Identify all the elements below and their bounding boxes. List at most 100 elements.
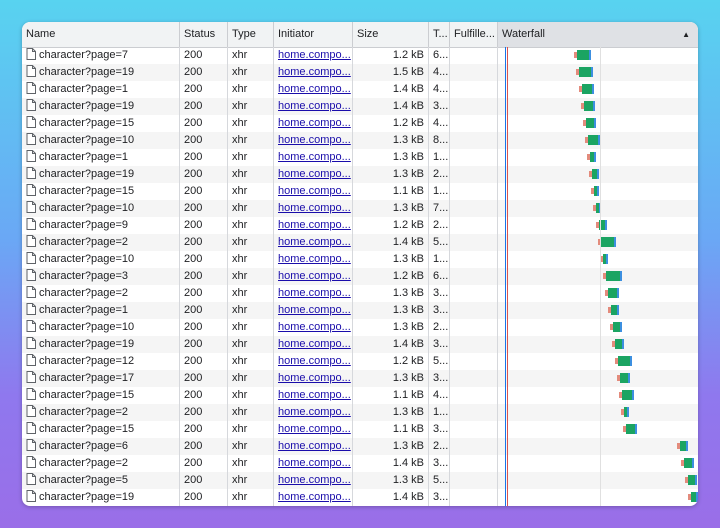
request-size: 1.2 kB: [353, 353, 429, 370]
request-initiator-link[interactable]: home.compo...: [274, 302, 353, 319]
timing-bar: [596, 220, 607, 230]
request-initiator-link[interactable]: home.compo...: [274, 64, 353, 81]
request-type: xhr: [228, 455, 274, 472]
request-fulfilled: [450, 472, 498, 489]
request-initiator-link[interactable]: home.compo...: [274, 81, 353, 98]
table-row[interactable]: character?page=7 200 xhr home.compo... 1.2 k…: [22, 47, 698, 64]
timing-bar-end: [620, 271, 622, 281]
request-initiator-link[interactable]: home.compo...: [274, 217, 353, 234]
request-initiator-link[interactable]: home.compo...: [274, 319, 353, 336]
column-header-name[interactable]: Name: [22, 22, 180, 47]
request-initiator-link[interactable]: home.compo...: [274, 455, 353, 472]
waterfall-gridline: [600, 47, 601, 506]
table-row[interactable]: character?page=15 200 xhr home.compo... 1.1 …: [22, 421, 698, 438]
document-icon: [26, 490, 36, 503]
document-icon: [26, 99, 36, 112]
request-initiator-link[interactable]: home.compo...: [274, 353, 353, 370]
request-name: character?page=15: [22, 115, 180, 132]
table-row[interactable]: character?page=10 200 xhr home.compo... 1.3 …: [22, 132, 698, 149]
request-initiator-link[interactable]: home.compo...: [274, 268, 353, 285]
table-row[interactable]: character?page=19 200 xhr home.compo... 1.3 …: [22, 166, 698, 183]
table-row[interactable]: character?page=6 200 xhr home.compo... 1.3 k…: [22, 438, 698, 455]
waterfall-label: Waterfall: [502, 28, 545, 40]
request-initiator-link[interactable]: home.compo...: [274, 98, 353, 115]
table-row[interactable]: character?page=19 200 xhr home.compo... 1.4 …: [22, 98, 698, 115]
request-initiator-link[interactable]: home.compo...: [274, 234, 353, 251]
table-row[interactable]: character?page=17 200 xhr home.compo... 1.3 …: [22, 370, 698, 387]
request-time: 1...: [429, 149, 450, 166]
table-row[interactable]: character?page=15 200 xhr home.compo... 1.1 …: [22, 183, 698, 200]
request-status: 200: [180, 387, 228, 404]
request-type: xhr: [228, 353, 274, 370]
request-initiator-link[interactable]: home.compo...: [274, 404, 353, 421]
table-row[interactable]: character?page=2 200 xhr home.compo... 1.3 k…: [22, 285, 698, 302]
request-type: xhr: [228, 251, 274, 268]
table-row[interactable]: character?page=19 200 xhr home.compo... 1.4 …: [22, 489, 698, 506]
timing-bar: [685, 475, 697, 485]
table-row[interactable]: character?page=5 200 xhr home.compo... 1.3 k…: [22, 472, 698, 489]
timing-bar-end: [627, 407, 629, 417]
request-waterfall: [498, 370, 698, 387]
request-time: 3...: [429, 370, 450, 387]
request-status: 200: [180, 149, 228, 166]
document-icon: [26, 65, 36, 78]
request-waterfall: [498, 183, 698, 200]
request-name: character?page=19: [22, 98, 180, 115]
request-initiator-link[interactable]: home.compo...: [274, 489, 353, 506]
request-initiator-link[interactable]: home.compo...: [274, 251, 353, 268]
request-initiator-link[interactable]: home.compo...: [274, 421, 353, 438]
request-initiator-link[interactable]: home.compo...: [274, 370, 353, 387]
request-waterfall: [498, 455, 698, 472]
document-icon: [26, 48, 36, 61]
table-row[interactable]: character?page=1 200 xhr home.compo... 1.4 k…: [22, 81, 698, 98]
table-row[interactable]: character?page=10 200 xhr home.compo... 1.3 …: [22, 251, 698, 268]
request-status: 200: [180, 251, 228, 268]
request-initiator-link[interactable]: home.compo...: [274, 132, 353, 149]
request-initiator-link[interactable]: home.compo...: [274, 47, 353, 64]
table-row[interactable]: character?page=1 200 xhr home.compo... 1.3 k…: [22, 302, 698, 319]
table-row[interactable]: character?page=15 200 xhr home.compo... 1.2 …: [22, 115, 698, 132]
timing-bar-end: [696, 492, 698, 502]
column-header-size[interactable]: Size: [353, 22, 429, 47]
request-type: xhr: [228, 132, 274, 149]
table-row[interactable]: character?page=10 200 xhr home.compo... 1.3 …: [22, 319, 698, 336]
table-row[interactable]: character?page=10 200 xhr home.compo... 1.3 …: [22, 200, 698, 217]
request-size: 1.3 kB: [353, 149, 429, 166]
request-initiator-link[interactable]: home.compo...: [274, 387, 353, 404]
column-header-time[interactable]: T...: [429, 22, 450, 47]
table-row[interactable]: character?page=19 200 xhr home.compo... 1.4 …: [22, 336, 698, 353]
request-initiator-link[interactable]: home.compo...: [274, 472, 353, 489]
table-row[interactable]: character?page=15 200 xhr home.compo... 1.1 …: [22, 387, 698, 404]
column-header-type[interactable]: Type: [228, 22, 274, 47]
sort-ascending-icon[interactable]: ▲: [682, 22, 690, 47]
table-row[interactable]: character?page=2 200 xhr home.compo... 1.4 k…: [22, 234, 698, 251]
request-initiator-link[interactable]: home.compo...: [274, 183, 353, 200]
document-icon: [26, 167, 36, 180]
request-initiator-link[interactable]: home.compo...: [274, 336, 353, 353]
timing-bar: [608, 305, 619, 315]
request-initiator-link[interactable]: home.compo...: [274, 166, 353, 183]
request-fulfilled: [450, 370, 498, 387]
request-type: xhr: [228, 98, 274, 115]
request-initiator-link[interactable]: home.compo...: [274, 115, 353, 132]
request-fulfilled: [450, 353, 498, 370]
request-type: xhr: [228, 183, 274, 200]
table-row[interactable]: character?page=12 200 xhr home.compo... 1.2 …: [22, 353, 698, 370]
table-row[interactable]: character?page=3 200 xhr home.compo... 1.2 k…: [22, 268, 698, 285]
column-header-initiator[interactable]: Initiator: [274, 22, 353, 47]
table-row[interactable]: character?page=2 200 xhr home.compo... 1.4 k…: [22, 455, 698, 472]
request-initiator-link[interactable]: home.compo...: [274, 200, 353, 217]
table-row[interactable]: character?page=9 200 xhr home.compo... 1.2 k…: [22, 217, 698, 234]
request-name: character?page=10: [22, 251, 180, 268]
table-row[interactable]: character?page=19 200 xhr home.compo... 1.5 …: [22, 64, 698, 81]
request-initiator-link[interactable]: home.compo...: [274, 149, 353, 166]
table-row[interactable]: character?page=2 200 xhr home.compo... 1.3 k…: [22, 404, 698, 421]
request-name-label: character?page=10: [39, 134, 135, 146]
request-size: 1.4 kB: [353, 98, 429, 115]
request-initiator-link[interactable]: home.compo...: [274, 285, 353, 302]
column-header-fulfilled[interactable]: Fulfille...: [450, 22, 498, 47]
column-header-waterfall[interactable]: Waterfall ▲: [498, 22, 698, 47]
request-initiator-link[interactable]: home.compo...: [274, 438, 353, 455]
column-header-status[interactable]: Status: [180, 22, 228, 47]
table-row[interactable]: character?page=1 200 xhr home.compo... 1.3 k…: [22, 149, 698, 166]
